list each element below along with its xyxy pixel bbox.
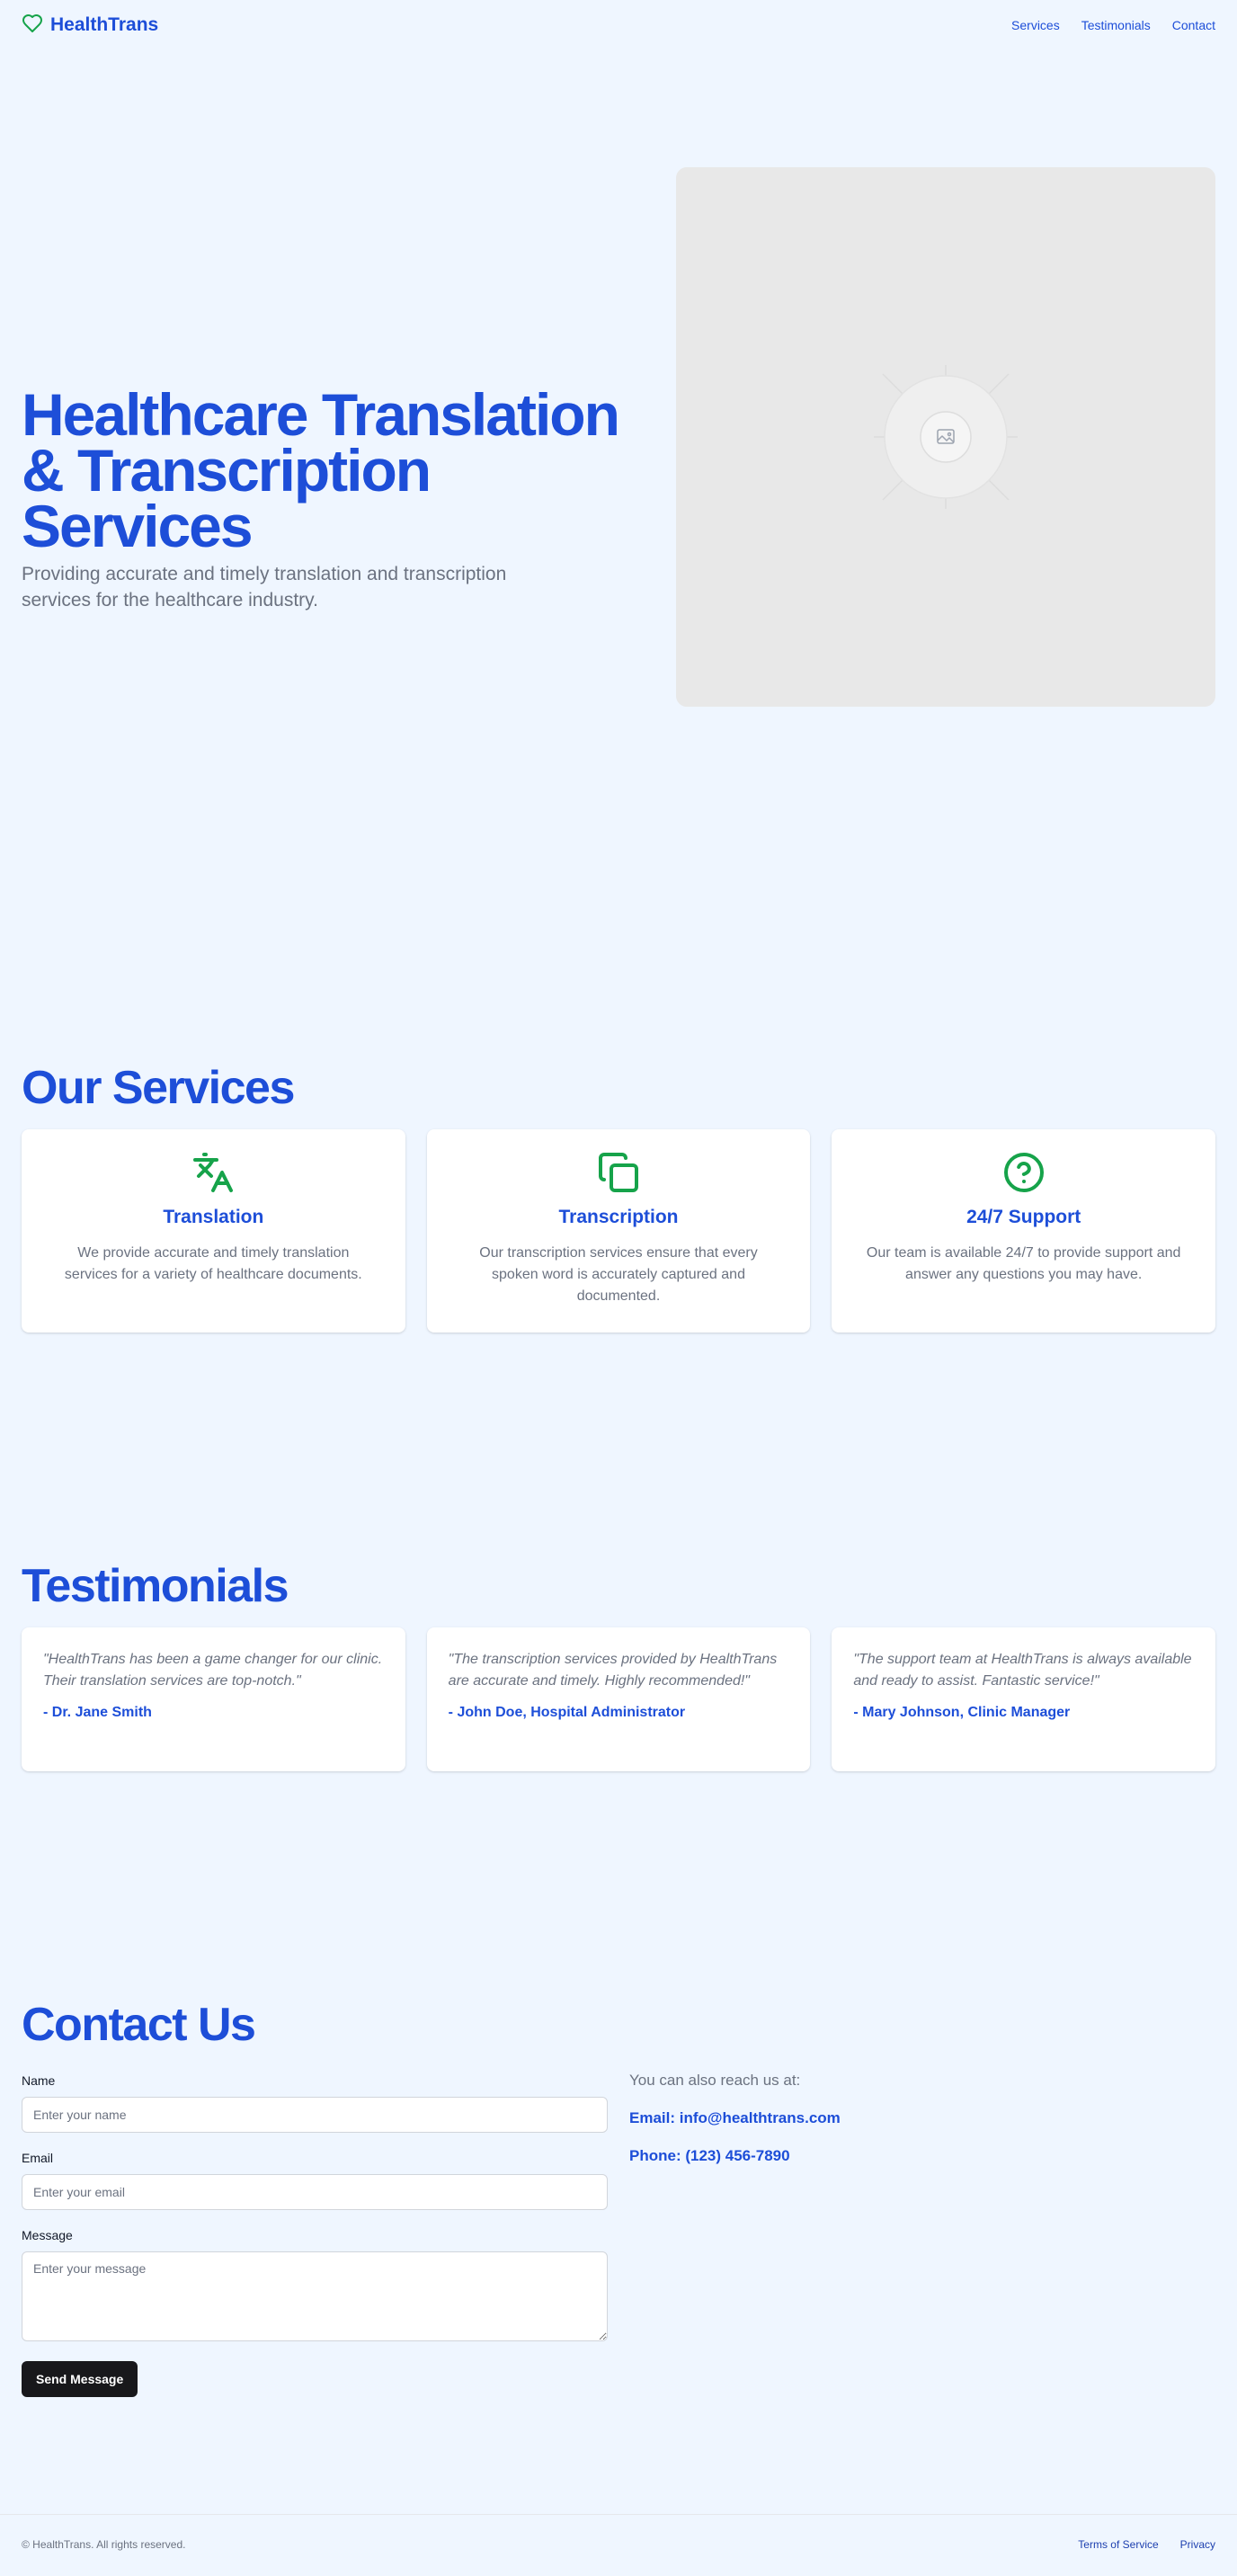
services-title: Our Services <box>22 1062 295 1114</box>
site-footer: © HealthTrans. All rights reserved. Term… <box>0 2514 1237 2573</box>
testimonial-card: "HealthTrans has been a game changer for… <box>22 1627 405 1771</box>
service-card-transcription: Transcription Our transcription services… <box>426 1129 811 1333</box>
brand[interactable]: HealthTrans <box>22 13 158 39</box>
site-header: HealthTrans Services Testimonials Contac… <box>0 0 1237 50</box>
service-title: Transcription <box>558 1207 679 1227</box>
brand-name: HealthTrans <box>50 14 159 35</box>
email-input[interactable] <box>22 2174 608 2210</box>
message-textarea[interactable] <box>22 2251 608 2341</box>
name-input[interactable] <box>22 2097 608 2133</box>
testimonial-author: - John Doe, Hospital Administrator <box>448 1705 686 1720</box>
heart-icon <box>22 13 43 39</box>
contact-section: Contact Us Name Email Message Send Messa… <box>0 1998 1237 2397</box>
nav-link-services[interactable]: Services <box>1011 18 1060 32</box>
name-group: Name <box>22 2073 608 2133</box>
translate-icon <box>50 1151 377 1194</box>
footer-link-terms[interactable]: Terms of Service <box>1078 2538 1158 2551</box>
services-section: Our Services Translation We provide accu… <box>0 1061 1237 1333</box>
send-message-button[interactable]: Send Message <box>22 2361 138 2397</box>
testimonials-title: Testimonials <box>22 1560 289 1612</box>
footer-nav: Terms of Service Privacy <box>1078 2538 1215 2551</box>
services-cards: Translation We provide accurate and time… <box>22 1129 1216 1333</box>
nav-link-testimonials[interactable]: Testimonials <box>1081 18 1151 32</box>
testimonial-author: - Mary Johnson, Clinic Manager <box>853 1705 1071 1720</box>
service-description: Our transcription services ensure that e… <box>479 1245 758 1304</box>
service-description: Our team is available 24/7 to provide su… <box>866 1245 1181 1282</box>
testimonial-cards: "HealthTrans has been a game changer for… <box>22 1627 1216 1771</box>
service-card-support: 24/7 Support Our team is available 24/7 … <box>832 1129 1216 1333</box>
testimonial-author: - Dr. Jane Smith <box>43 1705 152 1720</box>
nav-link-contact[interactable]: Contact <box>1172 18 1215 32</box>
footer-link-privacy[interactable]: Privacy <box>1180 2538 1215 2551</box>
service-title: 24/7 Support <box>966 1207 1081 1227</box>
name-label: Name <box>22 2073 56 2088</box>
contact-info-lead: You can also reach us at: <box>629 2072 801 2089</box>
testimonial-quote: "HealthTrans has been a game changer for… <box>43 1652 383 1689</box>
service-card-translation: Translation We provide accurate and time… <box>22 1129 405 1333</box>
help-circle-icon <box>860 1151 1187 1194</box>
message-label: Message <box>22 2228 73 2242</box>
testimonial-quote: "The transcription services provided by … <box>448 1652 778 1689</box>
testimonial-quote: "The support team at HealthTrans is alwa… <box>853 1652 1192 1689</box>
service-description: We provide accurate and timely translati… <box>64 1245 362 1282</box>
testimonials-section: Testimonials "HealthTrans has been a gam… <box>0 1559 1237 1771</box>
contact-form: Name Email Message Send Message <box>22 2073 608 2397</box>
contact-title: Contact Us <box>22 1999 256 2051</box>
contact-phone: Phone: (123) 456-7890 <box>629 2147 790 2164</box>
contact-email: Email: info@healthtrans.com <box>629 2109 841 2126</box>
image-placeholder-icon <box>874 365 1018 509</box>
message-group: Message <box>22 2228 608 2341</box>
hero-subtitle: Providing accurate and timely translatio… <box>22 564 507 611</box>
contact-body: Name Email Message Send Message You can … <box>22 2072 1215 2397</box>
testimonial-card: "The support team at HealthTrans is alwa… <box>832 1627 1216 1771</box>
hero-text: Healthcare Translation & Transcription S… <box>22 381 642 613</box>
email-group: Email <box>22 2151 608 2210</box>
hero-title: Healthcare Translation & Transcription S… <box>22 381 620 559</box>
hero-section: Healthcare Translation & Transcription S… <box>0 50 1237 949</box>
contact-info: You can also reach us at: Email: info@he… <box>629 2072 841 2397</box>
testimonial-card: "The transcription services provided by … <box>426 1627 811 1771</box>
copy-icon <box>456 1151 782 1194</box>
main-nav: Services Testimonials Contact <box>1011 18 1215 32</box>
service-title: Translation <box>163 1207 264 1227</box>
email-label: Email <box>22 2151 54 2165</box>
copyright: © HealthTrans. All rights reserved. <box>22 2537 186 2551</box>
hero-image-placeholder <box>676 167 1215 707</box>
